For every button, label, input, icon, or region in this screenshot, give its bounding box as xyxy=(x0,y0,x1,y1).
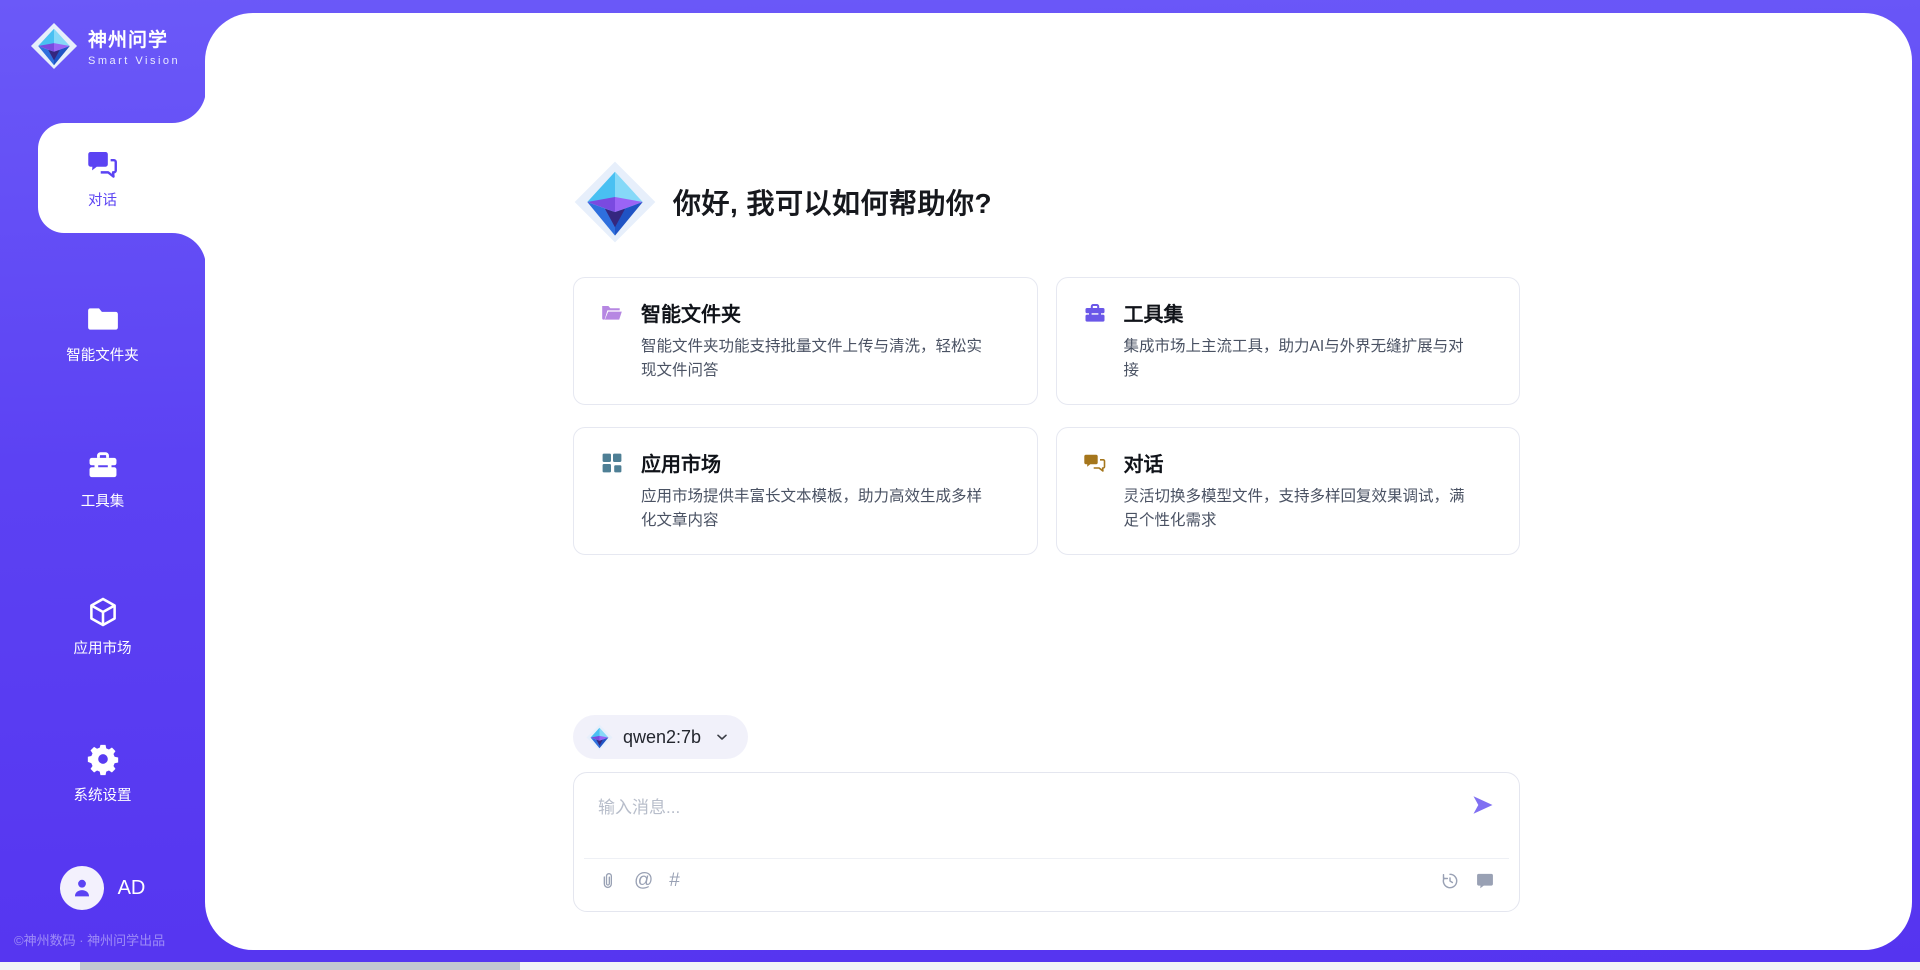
composer-tools-right xyxy=(1440,871,1495,891)
folder-icon xyxy=(86,302,120,336)
card-title: 对话 xyxy=(1124,448,1164,477)
card-toolset[interactable]: 工具集 集成市场上主流工具，助力AI与外界无缝扩展与对接 xyxy=(1056,277,1521,405)
gear-icon xyxy=(86,742,120,776)
hash-icon[interactable]: # xyxy=(669,871,680,891)
feature-cards: 智能文件夹 智能文件夹功能支持批量文件上传与清洗，轻松实现文件问答 工具集 集成… xyxy=(573,277,1520,555)
user-initials: AD xyxy=(118,877,146,900)
toolbox-icon xyxy=(86,448,120,482)
composer-tools-left: @ # xyxy=(598,871,680,891)
sidebar-item-label: 应用市场 xyxy=(74,637,132,658)
avatar xyxy=(60,866,104,910)
card-app-market[interactable]: 应用市场 应用市场提供丰富长文本模板，助力高效生成多样化文章内容 xyxy=(573,427,1038,555)
horizontal-scrollbar[interactable] xyxy=(0,962,1920,970)
model-logo-icon xyxy=(586,724,613,751)
card-description: 集成市场上主流工具，助力AI与外界无缝扩展与对接 xyxy=(1124,335,1494,383)
cube-icon xyxy=(86,595,120,629)
message-input[interactable]: 输入消息... xyxy=(598,793,1449,818)
model-name: qwen2:7b xyxy=(623,727,701,748)
at-icon[interactable]: @ xyxy=(634,871,653,891)
card-description: 智能文件夹功能支持批量文件上传与清洗，轻松实现文件问答 xyxy=(641,335,1011,383)
brand: 神州问学 Smart Vision xyxy=(30,22,180,70)
card-title: 工具集 xyxy=(1124,298,1184,327)
sidebar-item-app-market[interactable]: 应用市场 xyxy=(0,580,205,672)
folder-open-icon xyxy=(600,301,624,325)
sidebar-item-label: 智能文件夹 xyxy=(66,344,139,365)
send-icon[interactable] xyxy=(1471,793,1495,817)
paperclip-icon[interactable] xyxy=(598,871,618,891)
sidebar-item-label: 系统设置 xyxy=(74,784,132,805)
brand-subtitle: Smart Vision xyxy=(88,55,180,67)
card-smart-folder[interactable]: 智能文件夹 智能文件夹功能支持批量文件上传与清洗，轻松实现文件问答 xyxy=(573,277,1038,405)
composer-divider xyxy=(584,858,1509,859)
card-title: 智能文件夹 xyxy=(641,298,741,327)
person-icon xyxy=(70,876,94,900)
sidebar-item-label: 工具集 xyxy=(81,490,125,511)
brand-name: 神州问学 xyxy=(88,25,180,52)
user-profile[interactable]: AD xyxy=(0,866,205,910)
sidebar-item-toolset[interactable]: 工具集 xyxy=(0,433,205,525)
assistant-logo-icon xyxy=(573,160,657,244)
card-description: 灵活切换多模型文件，支持多样回复效果调试，满足个性化需求 xyxy=(1124,485,1494,533)
sidebar-item-smart-folder[interactable]: 智能文件夹 xyxy=(0,287,205,379)
sidebar-item-settings[interactable]: 系统设置 xyxy=(0,727,205,819)
chat-icon xyxy=(86,147,120,181)
card-description: 应用市场提供丰富长文本模板，助力高效生成多样化文章内容 xyxy=(641,485,1011,533)
greeting: 你好, 我可以如何帮助你? xyxy=(573,160,992,244)
chevron-down-icon xyxy=(714,729,730,745)
scrollbar-thumb[interactable] xyxy=(80,962,520,970)
message-composer[interactable]: 输入消息... @ # xyxy=(573,772,1520,912)
greeting-title: 你好, 我可以如何帮助你? xyxy=(673,182,992,222)
chat-icon xyxy=(1083,451,1107,475)
comment-icon[interactable] xyxy=(1475,871,1495,891)
grid-icon xyxy=(600,451,624,475)
sidebar: 神州问学 Smart Vision 对话 智能文件夹 工具集 xyxy=(0,0,205,970)
sidebar-item-label: 对话 xyxy=(88,189,117,210)
card-title: 应用市场 xyxy=(641,448,721,477)
sidebar-item-chat[interactable]: 对话 xyxy=(0,123,205,233)
brand-logo-icon xyxy=(30,22,78,70)
model-selector[interactable]: qwen2:7b xyxy=(573,715,748,759)
copyright-footer: ©神州数码 · 神州问学出品 xyxy=(14,930,165,949)
toolbox-icon xyxy=(1083,301,1107,325)
card-chat[interactable]: 对话 灵活切换多模型文件，支持多样回复效果调试，满足个性化需求 xyxy=(1056,427,1521,555)
history-icon[interactable] xyxy=(1440,871,1460,891)
